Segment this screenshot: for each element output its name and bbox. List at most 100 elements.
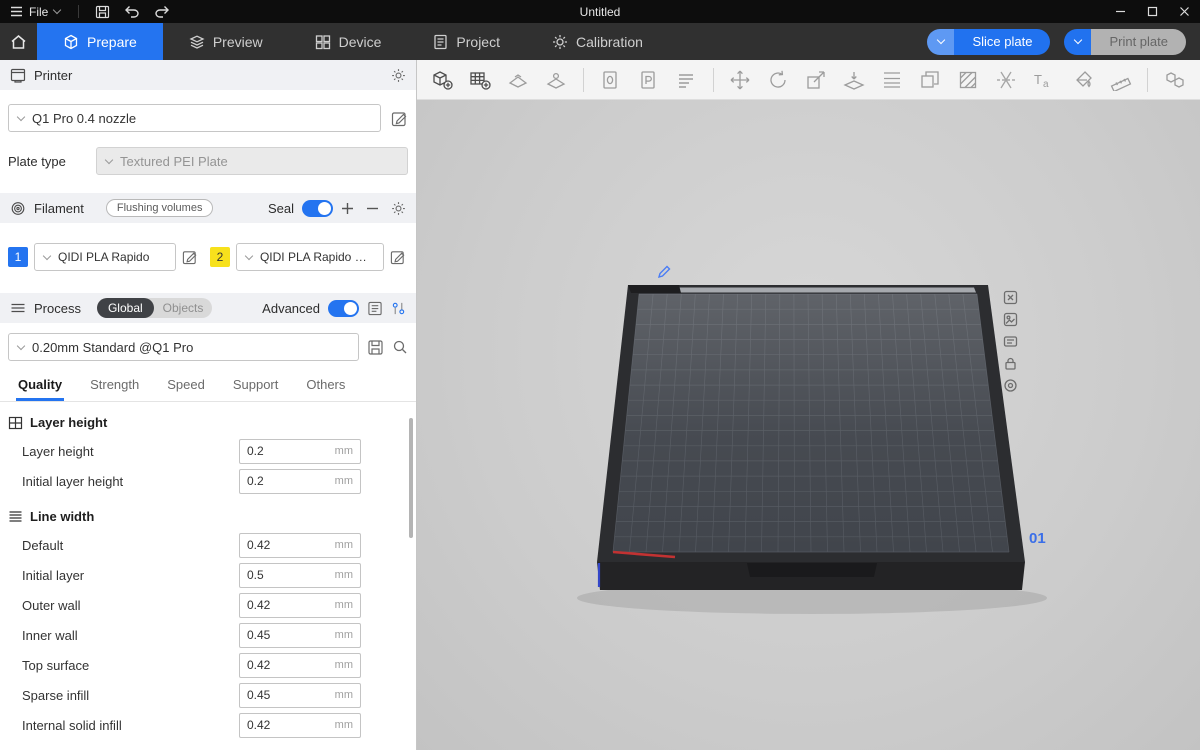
inner-wall-line-width-input[interactable] <box>247 628 317 642</box>
chevron-down-icon <box>53 6 61 14</box>
toggle-knob <box>318 202 331 215</box>
slice-plate-button[interactable]: Slice plate <box>954 29 1050 55</box>
filament-1-select[interactable]: QIDI PLA Rapido <box>34 243 176 271</box>
layer-height-group-header[interactable]: Layer height <box>0 402 416 436</box>
edit-printer-icon[interactable] <box>391 110 408 127</box>
label-objects-icon[interactable] <box>599 68 622 92</box>
tab-strength[interactable]: Strength <box>76 371 153 401</box>
filament-1-color-swatch[interactable]: 1 <box>8 247 28 267</box>
advanced-toggle[interactable] <box>328 300 359 317</box>
save-preset-icon[interactable] <box>367 339 384 356</box>
scale-icon[interactable] <box>804 68 827 92</box>
filament-2-color-swatch[interactable]: 2 <box>210 247 230 267</box>
print-plate-button[interactable]: Print plate <box>1091 29 1186 55</box>
default-line-width-input[interactable] <box>247 538 317 552</box>
plate-type-label: Plate type <box>8 154 96 169</box>
compare-presets-icon[interactable] <box>391 301 406 316</box>
default-line-width-field[interactable]: mm <box>239 533 361 558</box>
undo-button[interactable] <box>117 0 147 23</box>
layer-height-field[interactable]: mm <box>239 439 361 464</box>
process-preset-select[interactable]: 0.20mm Standard @Q1 Pro <box>8 333 359 361</box>
tab-device[interactable]: Device <box>289 23 408 60</box>
auto-arrange-icon[interactable] <box>507 68 530 92</box>
filament-2-select[interactable]: QIDI PLA Rapido M... <box>236 243 384 271</box>
sparse-infill-line-width-field[interactable]: mm <box>239 683 361 708</box>
lay-flat-icon[interactable] <box>842 68 865 92</box>
plate-type-select[interactable]: Textured PEI Plate <box>96 147 408 175</box>
sidebar-scrollbar[interactable] <box>409 418 413 538</box>
remove-filament-icon[interactable] <box>366 202 379 215</box>
close-button[interactable] <box>1168 0 1200 23</box>
outer-wall-line-width-field[interactable]: mm <box>239 593 361 618</box>
slice-options-button[interactable] <box>927 29 954 55</box>
save-project-button[interactable] <box>87 0 117 23</box>
add-object-icon[interactable] <box>431 68 454 92</box>
variable-layer-height-icon[interactable] <box>880 68 903 92</box>
minimize-button[interactable] <box>1104 0 1136 23</box>
tab-project[interactable]: Project <box>407 23 526 60</box>
lock-plate-icon[interactable] <box>1001 354 1019 372</box>
printer-preset-select[interactable]: Q1 Pro 0.4 nozzle <box>8 104 381 132</box>
filament-settings-gear-icon[interactable] <box>391 201 406 216</box>
tab-others[interactable]: Others <box>292 371 359 401</box>
inner-wall-line-width-field[interactable]: mm <box>239 623 361 648</box>
rotate-icon[interactable] <box>767 68 790 92</box>
sparse-infill-line-width-input[interactable] <box>247 688 317 702</box>
outer-wall-line-width-input[interactable] <box>247 598 317 612</box>
top-surface-line-width-input[interactable] <box>247 658 317 672</box>
rename-plate-icon[interactable] <box>1001 332 1019 350</box>
text-icon[interactable]: Ta <box>1032 68 1056 92</box>
infill-icon[interactable] <box>956 68 979 92</box>
assembly-icon[interactable] <box>1163 68 1186 92</box>
search-icon[interactable] <box>392 339 408 355</box>
seal-toggle[interactable] <box>302 200 333 217</box>
initial-layer-height-field[interactable]: mm <box>239 469 361 494</box>
print-options-button[interactable] <box>1064 29 1091 55</box>
auto-orient-icon[interactable] <box>545 68 568 92</box>
build-plate-3d[interactable] <box>417 60 1199 750</box>
cut-icon[interactable] <box>994 68 1017 92</box>
preview-icon <box>189 34 205 50</box>
add-filament-icon[interactable] <box>341 202 354 215</box>
tab-quality[interactable]: Quality <box>4 371 76 401</box>
initial-layer-line-width-input[interactable] <box>247 568 317 582</box>
edit-filament-1-icon[interactable] <box>182 249 198 265</box>
add-plate-icon[interactable] <box>469 68 492 92</box>
file-menu[interactable]: File <box>0 0 70 23</box>
tab-support[interactable]: Support <box>219 371 293 401</box>
line-width-group-header[interactable]: Line width <box>0 496 416 530</box>
parameter-list-icon[interactable] <box>367 301 383 316</box>
tab-speed[interactable]: Speed <box>153 371 219 401</box>
measure-icon[interactable] <box>1109 68 1132 92</box>
edit-plate-name-button[interactable] <box>657 265 671 279</box>
paint-icon[interactable] <box>1071 68 1094 92</box>
initial-layer-height-input[interactable] <box>247 474 317 488</box>
maximize-button[interactable] <box>1136 0 1168 23</box>
layer-height-icon <box>8 416 23 430</box>
tab-prepare[interactable]: Prepare <box>37 23 163 60</box>
layer-height-input[interactable] <box>247 444 317 458</box>
internal-solid-infill-line-width-input[interactable] <box>247 718 317 732</box>
redo-button[interactable] <box>147 0 177 23</box>
tab-calibration[interactable]: Calibration <box>526 23 669 60</box>
unit-label: mm <box>335 599 353 611</box>
scope-global-button[interactable]: Global <box>97 298 154 318</box>
plate-number-label[interactable]: 01 <box>1029 530 1046 547</box>
top-surface-line-width-field[interactable]: mm <box>239 653 361 678</box>
internal-solid-infill-line-width-field[interactable]: mm <box>239 713 361 738</box>
label-parts-icon[interactable] <box>637 68 660 92</box>
plate-settings-icon[interactable] <box>1001 376 1019 394</box>
scope-objects-button[interactable]: Objects <box>154 299 213 317</box>
flushing-volumes-button[interactable]: Flushing volumes <box>106 199 214 217</box>
edit-filament-2-icon[interactable] <box>390 249 406 265</box>
clone-icon[interactable] <box>918 68 941 92</box>
delete-plate-icon[interactable] <box>1001 288 1019 306</box>
tab-preview[interactable]: Preview <box>163 23 289 60</box>
viewport-3d[interactable]: Ta <box>417 60 1200 750</box>
initial-layer-line-width-field[interactable]: mm <box>239 563 361 588</box>
arrange-plate-icon[interactable] <box>1001 310 1019 328</box>
home-button[interactable] <box>0 23 37 60</box>
printer-settings-gear-icon[interactable] <box>391 68 406 83</box>
move-icon[interactable] <box>729 68 752 92</box>
list-view-icon[interactable] <box>675 68 698 92</box>
